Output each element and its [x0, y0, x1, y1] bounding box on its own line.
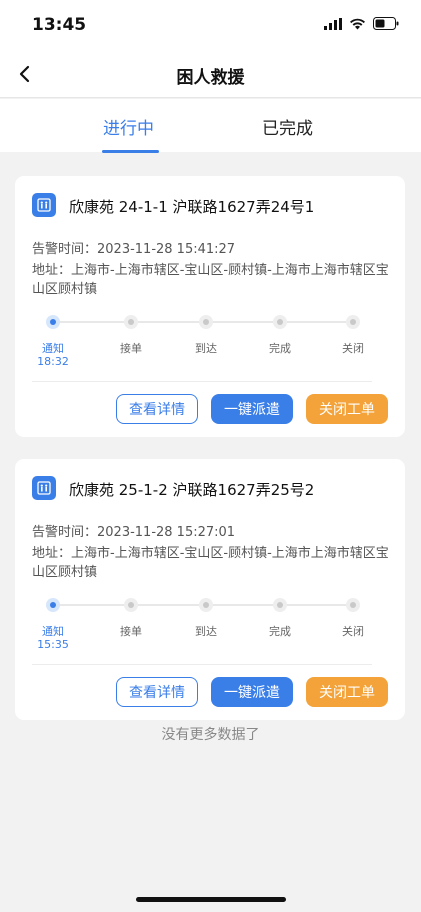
step-node-complete: [273, 315, 287, 329]
close-order-button[interactable]: 关闭工单: [306, 677, 388, 707]
close-order-button[interactable]: 关闭工单: [306, 394, 388, 424]
step-label-close: 关闭: [342, 342, 364, 355]
card-title: 欣康苑 25-1-2 沪联路1627弄25号2: [69, 481, 315, 499]
status-icons: [324, 17, 399, 30]
battery-icon: [373, 17, 399, 30]
step-node-notify: [46, 598, 60, 612]
elevator-icon: [32, 193, 56, 217]
divider: [32, 664, 372, 665]
step-label-arrive: 到达: [195, 625, 217, 638]
status-time: 13:45: [32, 15, 87, 35]
step-node-close: [346, 315, 360, 329]
alarm-time: 告警时间：2023-11-28 15:41:27: [32, 242, 236, 257]
view-details-button[interactable]: 查看详情: [116, 394, 198, 424]
step-label-accept: 接单: [120, 625, 142, 638]
step-time: 18:32: [37, 355, 69, 368]
step-node-accept: [124, 315, 138, 329]
address: 地址：上海市-上海市辖区-宝山区-顾村镇-上海市上海市辖区宝山区顾村镇: [32, 546, 389, 580]
step-label-accept: 接单: [120, 342, 142, 355]
no-more-data-text: 没有更多数据了: [161, 727, 260, 743]
dispatch-button[interactable]: 一键派遣: [211, 677, 293, 707]
wifi-icon: [350, 18, 365, 29]
step-node-complete: [273, 598, 287, 612]
step-time: 15:35: [37, 638, 69, 651]
tab-in-progress[interactable]: 进行中: [103, 114, 154, 139]
dispatch-button[interactable]: 一键派遣: [211, 394, 293, 424]
step-node-arrive: [199, 598, 213, 612]
address: 地址：上海市-上海市辖区-宝山区-顾村镇-上海市上海市辖区宝山区顾村镇: [32, 263, 389, 297]
step-node-arrive: [199, 315, 213, 329]
step-label-notify: 通知: [42, 342, 64, 355]
step-label-close: 关闭: [342, 625, 364, 638]
alarm-time: 告警时间：2023-11-28 15:27:01: [32, 525, 236, 540]
step-node-close: [346, 598, 360, 612]
view-details-button[interactable]: 查看详情: [116, 677, 198, 707]
step-label-arrive: 到达: [195, 342, 217, 355]
rescue-card[interactable]: 欣康苑 24-1-1 沪联路1627弄24号1 告警时间：2023-11-28 …: [15, 176, 405, 437]
tab-completed[interactable]: 已完成: [262, 114, 313, 139]
elevator-icon: [32, 476, 56, 500]
home-indicator[interactable]: [136, 897, 286, 902]
step-label-notify: 通知: [42, 625, 64, 638]
card-title: 欣康苑 24-1-1 沪联路1627弄24号1: [69, 198, 315, 216]
signal-icon: [324, 17, 342, 30]
step-node-accept: [124, 598, 138, 612]
tab-active-indicator: [102, 150, 159, 153]
tab-bar: 进行中 已完成: [0, 99, 421, 153]
rescue-card[interactable]: 欣康苑 25-1-2 沪联路1627弄25号2 告警时间：2023-11-28 …: [15, 459, 405, 720]
page-title: 困人救援: [176, 68, 245, 88]
step-node-notify: [46, 315, 60, 329]
step-label-complete: 完成: [269, 342, 291, 355]
nav-bar: 困人救援: [0, 50, 421, 98]
divider: [32, 381, 372, 382]
step-label-complete: 完成: [269, 625, 291, 638]
status-bar: 13:45: [0, 0, 421, 50]
